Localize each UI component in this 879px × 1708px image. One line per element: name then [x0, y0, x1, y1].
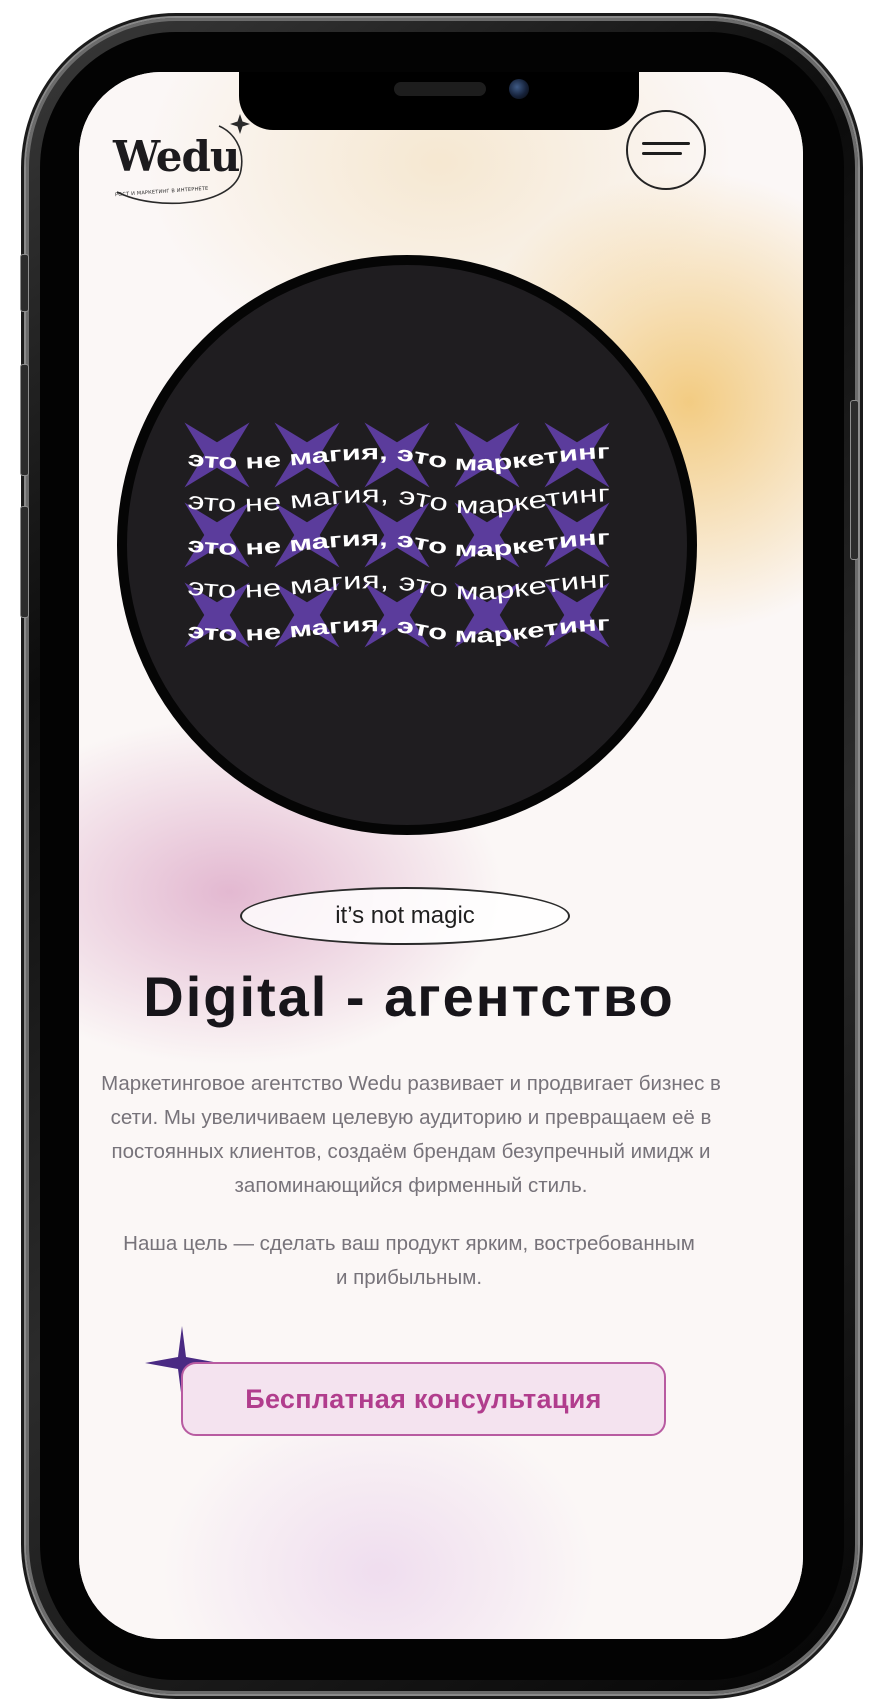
description-text: Маркетинговое агентство Wedu развивает и…	[101, 1072, 721, 1197]
earpiece-speaker	[394, 82, 486, 96]
phone-screen: Wedu РОСТ И МАРКЕТИНГ В ИНТЕРНЕТЕ это не…	[79, 72, 803, 1639]
free-consultation-button[interactable]: Бесплатная консультация	[181, 1362, 666, 1436]
sparkle-icon	[454, 582, 520, 648]
mute-switch	[20, 254, 29, 312]
menu-button[interactable]	[626, 110, 706, 190]
marquee-graphic: это не магия, это маркетинг это не магия,…	[184, 422, 610, 648]
volume-down-button	[20, 506, 29, 618]
goal-text: Наша цель — сделать ваш продукт ярким, в…	[123, 1232, 695, 1289]
hero-marquee-circle: это не магия, это маркетинг это не магия,…	[117, 255, 697, 835]
volume-up-button	[20, 364, 29, 476]
hamburger-icon	[642, 142, 690, 145]
not-magic-badge: it’s not magic	[240, 887, 570, 945]
notch	[239, 72, 639, 130]
marquee-line: это не магия, это маркетинг	[186, 612, 610, 647]
marquee-line: это не магия, это маркетинг	[186, 526, 610, 561]
front-camera	[509, 79, 529, 99]
logo-wordmark: Wedu	[113, 132, 240, 181]
page-title: Digital - агентство	[143, 965, 675, 1028]
marquee-lines: это не магия, это маркетинг это не магия,…	[186, 440, 610, 647]
power-button	[850, 400, 859, 560]
marquee-line: это не магия, это маркетинг	[186, 566, 610, 605]
marquee-line: это не магия, это маркетинг	[186, 440, 610, 475]
hamburger-icon-line	[642, 152, 682, 155]
wedu-logo[interactable]: Wedu РОСТ И МАРКЕТИНГ В ИНТЕРНЕТЕ	[107, 114, 257, 210]
marquee-line: это не магия, это маркетинг	[186, 480, 610, 519]
sparkle-icon	[184, 582, 250, 648]
